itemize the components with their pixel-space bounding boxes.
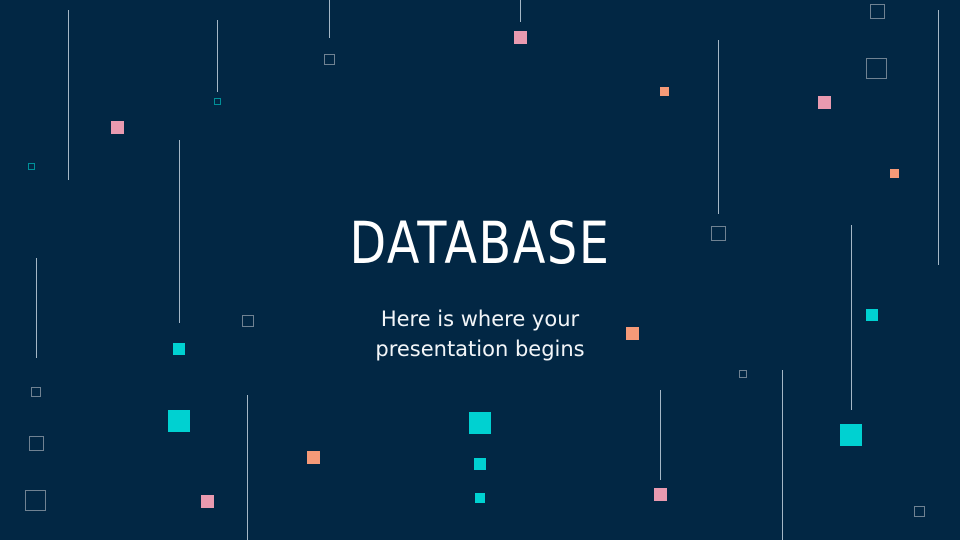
slide-subtitle: Here is where your presentation begins: [0, 304, 960, 364]
decor-outline-square: [870, 4, 885, 19]
decor-line: [329, 0, 330, 38]
decor-outline-square: [25, 490, 46, 511]
decor-pink-square: [654, 488, 667, 501]
decor-outline-square: [866, 58, 887, 79]
decor-line: [718, 40, 719, 214]
decor-teal-square: [469, 412, 491, 434]
slide-canvas: DATABASE Here is where your presentation…: [0, 0, 960, 540]
decor-line: [217, 20, 218, 92]
decor-line: [68, 10, 69, 180]
decor-line: [247, 395, 248, 540]
decor-teal-square: [474, 458, 486, 470]
decor-teal-square: [840, 424, 862, 446]
decor-teal-square: [475, 493, 485, 503]
decor-line: [660, 390, 661, 480]
decor-orange-square: [890, 169, 899, 178]
decor-outline-square: [214, 98, 221, 105]
decor-pink-square: [111, 121, 124, 134]
slide-title: DATABASE: [349, 209, 611, 277]
decor-pink-square: [201, 495, 214, 508]
decor-orange-square: [660, 87, 669, 96]
decor-pink-square: [514, 31, 527, 44]
decor-orange-square: [307, 451, 320, 464]
decor-outline-square: [31, 387, 41, 397]
subtitle-line-1: Here is where your: [380, 307, 580, 331]
decor-pink-square: [818, 96, 831, 109]
decor-outline-square: [28, 163, 35, 170]
decor-teal-square: [168, 410, 190, 432]
decor-outline-square: [29, 436, 44, 451]
decor-outline-square: [324, 54, 335, 65]
subtitle-line-2: presentation begins: [375, 337, 585, 361]
decor-line: [938, 10, 939, 265]
decor-line: [520, 0, 521, 22]
decor-line: [782, 370, 783, 540]
decor-outline-square: [739, 370, 747, 378]
decor-outline-square: [914, 506, 925, 517]
